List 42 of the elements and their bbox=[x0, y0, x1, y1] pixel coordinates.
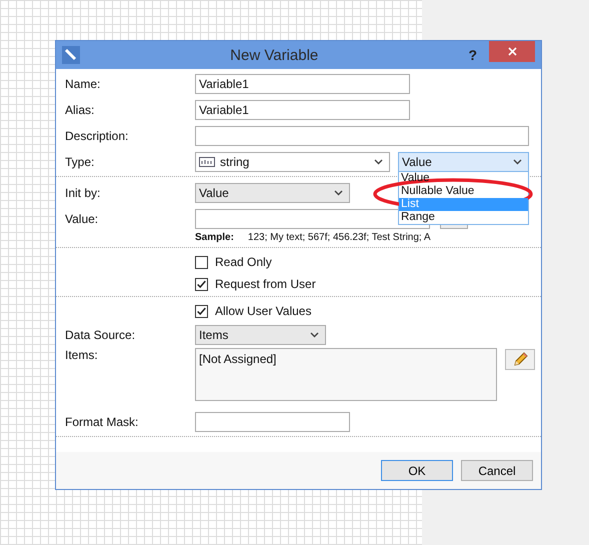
sample-label: Sample: bbox=[195, 232, 234, 243]
text-field[interactable]: Variable1 bbox=[195, 74, 410, 94]
checkbox[interactable] bbox=[195, 304, 208, 318]
field-label: Items: bbox=[65, 348, 99, 362]
help-button[interactable]: ? bbox=[468, 47, 477, 63]
field-label: Type: bbox=[65, 155, 96, 169]
chevron-down-icon bbox=[310, 332, 319, 338]
field-label: Description: bbox=[65, 129, 130, 143]
checkbox-label: Request from User bbox=[215, 277, 316, 291]
close-button[interactable] bbox=[489, 41, 535, 62]
field-label: Data Source: bbox=[65, 328, 136, 342]
dialog-button[interactable]: OK bbox=[381, 460, 453, 481]
sample-text: 123; My text; 567f; 456.23f; Test String; A bbox=[248, 232, 431, 243]
field-label: Init by: bbox=[65, 186, 102, 200]
checkbox-label: Read Only bbox=[215, 255, 272, 269]
edit-button[interactable] bbox=[505, 349, 535, 370]
text-field[interactable] bbox=[195, 126, 529, 146]
app-icon bbox=[62, 46, 80, 64]
chevron-down-icon bbox=[334, 190, 343, 196]
field-label: Alias: bbox=[65, 103, 96, 117]
text-field[interactable]: Variable1 bbox=[195, 100, 410, 120]
dropdown-option[interactable]: Range bbox=[399, 211, 528, 224]
dropdown[interactable]: Items bbox=[195, 325, 326, 345]
checkbox[interactable] bbox=[195, 256, 208, 268]
dialog-button[interactable]: Cancel bbox=[461, 460, 533, 481]
field-label: Value: bbox=[65, 212, 100, 226]
items-box[interactable]: [Not Assigned] bbox=[195, 348, 497, 401]
type-dropdown[interactable]: string bbox=[195, 152, 390, 172]
field-label: Format Mask: bbox=[65, 415, 140, 429]
close-icon bbox=[508, 47, 516, 56]
dropdown-option[interactable]: Nullable Value bbox=[399, 185, 528, 198]
chevron-down-icon bbox=[513, 159, 522, 165]
dropdown[interactable]: Value bbox=[195, 183, 350, 203]
checkbox[interactable] bbox=[195, 278, 208, 290]
field-label: Name: bbox=[65, 77, 102, 91]
text-field[interactable] bbox=[195, 412, 350, 432]
chevron-down-icon bbox=[374, 159, 383, 165]
text-type-icon bbox=[199, 157, 215, 167]
checkbox-label: Allow User Values bbox=[215, 304, 312, 318]
window-title: New Variable bbox=[229, 46, 320, 64]
mode-dropdown[interactable]: Value bbox=[398, 152, 529, 172]
pencil-icon bbox=[512, 352, 528, 368]
